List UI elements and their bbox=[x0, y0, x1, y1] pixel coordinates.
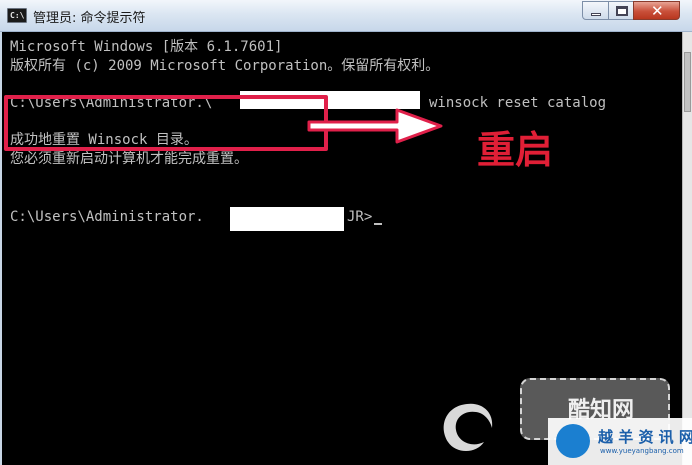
scrollbar-thumb[interactable] bbox=[684, 52, 691, 112]
watermark-logo-text: 越 羊 资 讯 网 bbox=[598, 428, 692, 446]
window-title: 管理员: 命令提示符 bbox=[33, 11, 146, 26]
console-line-prompt-2: C:\Users\Administrator. bbox=[10, 209, 204, 225]
close-icon: ✕ bbox=[651, 2, 664, 20]
restart-annotation: 重启 bbox=[477, 128, 554, 172]
maximize-icon bbox=[616, 6, 628, 16]
title-bar[interactable]: C:\ 管理员: 命令提示符 ✕ bbox=[0, 0, 692, 32]
maximize-button[interactable] bbox=[608, 1, 634, 20]
console-line-prompt-suffix: JR> bbox=[347, 209, 373, 225]
console-line-command: winsock reset catalog bbox=[429, 95, 607, 111]
highlight-box bbox=[4, 95, 328, 151]
cmd-window: C:\ 管理员: 命令提示符 ✕ Microsoft Windows [版本 6… bbox=[0, 0, 692, 465]
close-button[interactable]: ✕ bbox=[633, 1, 680, 20]
arrow-right-icon bbox=[307, 108, 443, 144]
console-line-version: Microsoft Windows [版本 6.1.7601] bbox=[10, 39, 283, 55]
console-line-copyright: 版权所有 (c) 2009 Microsoft Corporation。保留所有… bbox=[10, 58, 440, 74]
watermark-logo-badge bbox=[556, 424, 590, 458]
console-line-restart-notice: 您必须重新启动计算机才能完成重置。 bbox=[10, 151, 248, 167]
minimize-button[interactable] bbox=[582, 1, 609, 20]
redacted-username-2 bbox=[230, 207, 344, 231]
text-cursor bbox=[374, 223, 382, 225]
watermark-swirl-icon bbox=[443, 403, 493, 451]
minimize-icon bbox=[591, 13, 601, 16]
watermark-logo-url: www.yueyangbang.com bbox=[600, 447, 684, 455]
cmd-icon: C:\ bbox=[7, 8, 27, 23]
vertical-scrollbar[interactable] bbox=[682, 32, 692, 465]
